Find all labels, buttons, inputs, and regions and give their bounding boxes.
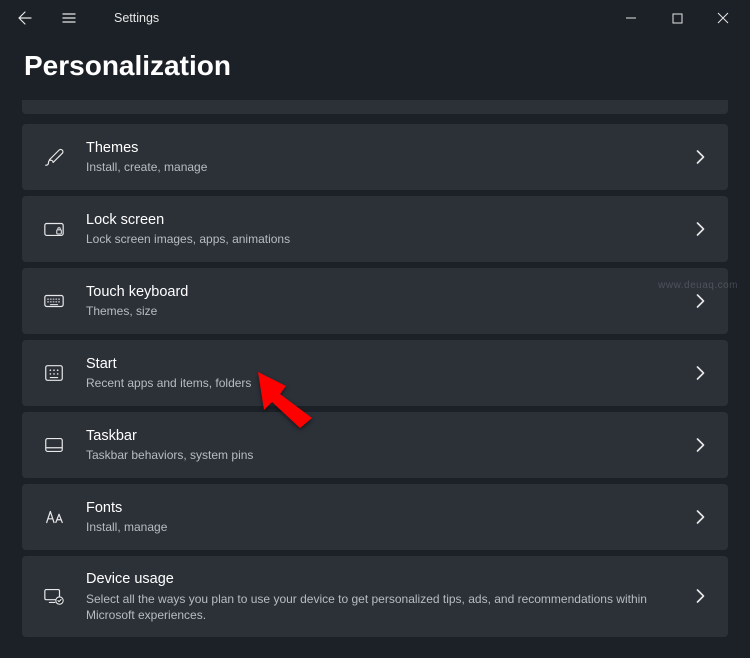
- row-subtitle: Install, create, manage: [86, 159, 680, 175]
- maximize-button[interactable]: [654, 2, 700, 34]
- back-button[interactable]: [8, 2, 42, 34]
- chevron-right-icon: [692, 366, 708, 380]
- menu-button[interactable]: [52, 2, 86, 34]
- row-partial-top[interactable]: [22, 100, 728, 114]
- close-icon: [717, 12, 729, 24]
- keyboard-icon: [42, 289, 66, 313]
- chevron-right-icon: [692, 294, 708, 308]
- row-fonts[interactable]: Fonts Install, manage: [22, 484, 728, 550]
- row-title: Taskbar: [86, 427, 680, 447]
- chevron-right-icon: [692, 150, 708, 164]
- device-usage-icon: [42, 584, 66, 608]
- row-subtitle: Lock screen images, apps, animations: [86, 231, 680, 247]
- arrow-left-icon: [17, 10, 33, 26]
- page-title: Personalization: [24, 50, 750, 82]
- start-grid-icon: [42, 361, 66, 385]
- fonts-icon: [42, 505, 66, 529]
- chevron-right-icon: [692, 438, 708, 452]
- row-subtitle: Taskbar behaviors, system pins: [86, 447, 680, 463]
- app-title: Settings: [114, 11, 159, 25]
- minimize-icon: [625, 12, 637, 24]
- paintbrush-icon: [42, 145, 66, 169]
- titlebar: Settings: [0, 0, 750, 36]
- row-title: Start: [86, 355, 680, 375]
- settings-list: Themes Install, create, manage Lock scre…: [0, 124, 750, 637]
- close-button[interactable]: [700, 2, 746, 34]
- row-title: Device usage: [86, 570, 680, 590]
- row-subtitle: Select all the ways you plan to use your…: [86, 591, 680, 623]
- lock-screen-icon: [42, 217, 66, 241]
- row-themes[interactable]: Themes Install, create, manage: [22, 124, 728, 190]
- row-touch-keyboard[interactable]: Touch keyboard Themes, size: [22, 268, 728, 334]
- hamburger-icon: [61, 10, 77, 26]
- watermark: www.deuaq.com: [658, 280, 738, 291]
- row-title: Themes: [86, 139, 680, 159]
- row-title: Touch keyboard: [86, 283, 680, 303]
- row-title: Lock screen: [86, 211, 680, 231]
- chevron-right-icon: [692, 589, 708, 603]
- chevron-right-icon: [692, 510, 708, 524]
- row-subtitle: Themes, size: [86, 303, 680, 319]
- row-title: Fonts: [86, 499, 680, 519]
- minimize-button[interactable]: [608, 2, 654, 34]
- taskbar-icon: [42, 433, 66, 457]
- row-device-usage[interactable]: Device usage Select all the ways you pla…: [22, 556, 728, 637]
- row-taskbar[interactable]: Taskbar Taskbar behaviors, system pins: [22, 412, 728, 478]
- chevron-right-icon: [692, 222, 708, 236]
- maximize-icon: [672, 13, 683, 24]
- row-subtitle: Recent apps and items, folders: [86, 375, 680, 391]
- row-start[interactable]: Start Recent apps and items, folders: [22, 340, 728, 406]
- row-lock-screen[interactable]: Lock screen Lock screen images, apps, an…: [22, 196, 728, 262]
- row-subtitle: Install, manage: [86, 519, 680, 535]
